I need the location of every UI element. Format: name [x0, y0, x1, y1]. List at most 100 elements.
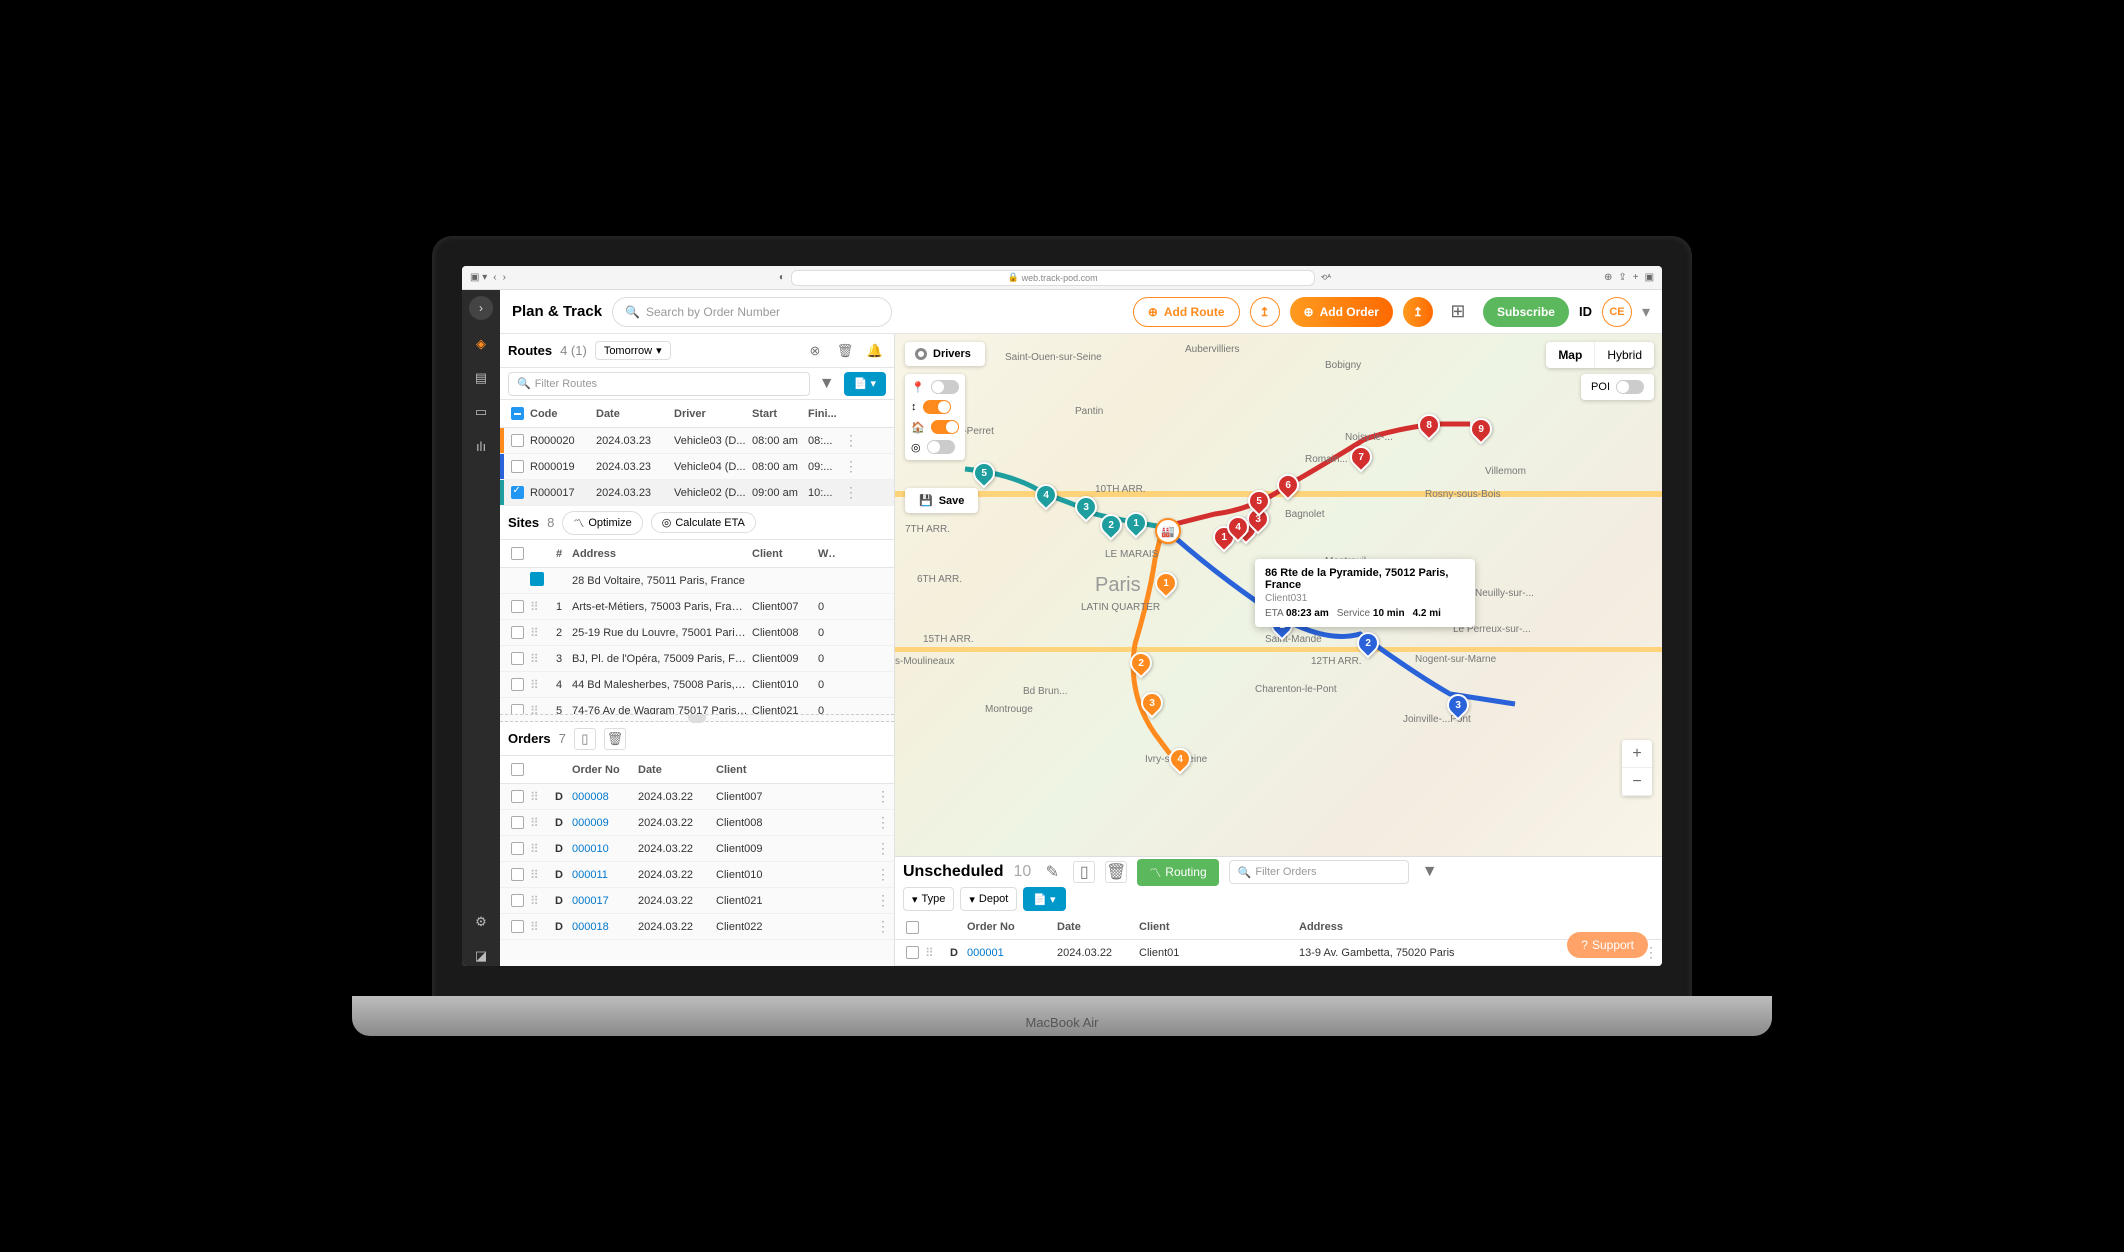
unscheduled-row[interactable]: ⠿ D 000001 2024.03.22 Client01 13-9 Av. … — [895, 940, 1662, 966]
drivers-toggle[interactable]: Drivers — [905, 342, 985, 366]
pin-blue-2[interactable]: 2 — [1352, 627, 1383, 658]
drag-handle-icon[interactable]: ⠿ — [528, 678, 548, 692]
select-all-unscheduled[interactable] — [906, 921, 919, 934]
col-u-date[interactable]: Date — [1055, 921, 1137, 933]
order-link[interactable]: 000008 — [570, 791, 636, 803]
resize-handle[interactable] — [688, 715, 706, 723]
layer-toggle-2[interactable] — [923, 400, 951, 414]
pin-red-7[interactable]: 7 — [1345, 441, 1376, 472]
col-order-date[interactable]: Date — [636, 764, 714, 776]
copy-orders-icon[interactable]: ▯ — [574, 728, 596, 750]
site-checkbox[interactable] — [511, 600, 524, 613]
drag-handle-icon[interactable]: ⠿ — [528, 652, 548, 666]
clear-filter-icon[interactable]: ⊗ — [804, 340, 826, 362]
zoom-out-button[interactable]: − — [1622, 768, 1652, 796]
pin-orange-4[interactable]: 4 — [1164, 743, 1195, 774]
copy-unscheduled-icon[interactable]: ▯ — [1073, 861, 1095, 883]
nav-contacts-icon[interactable]: ▭ — [471, 402, 491, 422]
pin-orange-1[interactable]: 1 — [1150, 567, 1181, 598]
drag-handle-icon[interactable]: ⠿ — [528, 600, 548, 614]
route-row[interactable]: R000020 2024.03.23 Vehicle03 (D... 08:00… — [500, 428, 894, 454]
edit-unscheduled-icon[interactable]: ✎ — [1041, 861, 1063, 883]
upload-order-button[interactable]: ↥ — [1403, 297, 1433, 327]
order-row[interactable]: ⠿ D 000010 2024.03.22 Client009 ⋮ — [500, 836, 894, 862]
order-link[interactable]: 000018 — [570, 921, 636, 933]
col-we[interactable]: We — [816, 548, 836, 560]
site-checkbox[interactable] — [511, 678, 524, 691]
col-address[interactable]: Address — [570, 548, 750, 560]
drag-handle-icon[interactable]: ⠿ — [528, 704, 548, 715]
order-more-icon[interactable]: ⋮ — [874, 866, 888, 883]
pin-orange-3[interactable]: 3 — [1136, 687, 1167, 718]
order-checkbox[interactable] — [511, 920, 524, 933]
user-avatar[interactable]: CE — [1602, 297, 1632, 327]
forward-icon[interactable]: › — [503, 272, 506, 283]
col-u-orderno[interactable]: Order No — [965, 921, 1055, 933]
col-code[interactable]: Code — [528, 408, 594, 420]
layer-toggle-4[interactable] — [927, 440, 955, 454]
col-order-client[interactable]: Client — [714, 764, 864, 776]
order-checkbox[interactable] — [511, 894, 524, 907]
nav-clipboard-icon[interactable]: ▤ — [471, 368, 491, 388]
route-more-icon[interactable]: ⋮ — [842, 484, 856, 501]
search-input[interactable]: 🔍 Search by Order Number — [612, 297, 892, 327]
order-link[interactable]: 000017 — [570, 895, 636, 907]
pin-teal-4[interactable]: 4 — [1030, 479, 1061, 510]
col-finish[interactable]: Fini... — [806, 408, 842, 420]
order-more-icon[interactable]: ⋮ — [874, 814, 888, 831]
delete-orders-icon[interactable]: 🗑 — [604, 728, 626, 750]
pin-teal-1[interactable]: 1 — [1120, 507, 1151, 538]
browser-url[interactable]: 🔒 web.track-pod.com — [791, 270, 1315, 286]
sidebar-toggle-icon[interactable]: ▣ ▾ — [470, 272, 487, 283]
route-row[interactable]: R000019 2024.03.23 Vehicle04 (D... 08:00… — [500, 454, 894, 480]
depot-map-icon[interactable]: 🏭 — [1155, 518, 1181, 544]
col-num[interactable]: # — [548, 548, 570, 560]
select-all-routes[interactable] — [511, 407, 524, 420]
optimize-button[interactable]: 〽Optimize — [562, 511, 642, 535]
routes-date-filter[interactable]: Tomorrow▾ — [595, 341, 671, 360]
drag-handle-icon[interactable]: ⠿ — [528, 920, 548, 934]
order-checkbox[interactable] — [511, 790, 524, 803]
drag-handle-icon[interactable]: ⠿ — [528, 894, 548, 908]
zoom-in-button[interactable]: + — [1622, 740, 1652, 768]
site-row[interactable]: ⠿ 4 44 Bd Malesherbes, 75008 Paris, Fran… — [500, 672, 894, 698]
order-row[interactable]: ⠿ D 000017 2024.03.22 Client021 ⋮ — [500, 888, 894, 914]
notify-icon[interactable]: 🔔 — [864, 340, 886, 362]
route-row[interactable]: R000017 2024.03.23 Vehicle02 (D... 09:00… — [500, 480, 894, 506]
pin-red-8[interactable]: 8 — [1413, 409, 1444, 440]
site-checkbox[interactable] — [511, 704, 524, 714]
site-row[interactable]: ⠿ 2 25-19 Rue du Louvre, 75001 Paris, Fr… — [500, 620, 894, 646]
shield-icon[interactable]: ◐ — [779, 272, 785, 283]
add-route-button[interactable]: ⊕ Add Route — [1133, 297, 1240, 327]
uns-order-link[interactable]: 000001 — [965, 947, 1055, 959]
route-checkbox[interactable] — [511, 434, 524, 447]
order-row[interactable]: ⠿ D 000018 2024.03.22 Client022 ⋮ — [500, 914, 894, 940]
export-routes-button[interactable]: 📄 ▾ — [844, 372, 886, 396]
map-type-switch[interactable]: Map Hybrid — [1546, 342, 1654, 368]
order-checkbox[interactable] — [511, 842, 524, 855]
order-link[interactable]: 000010 — [570, 843, 636, 855]
support-button[interactable]: ? Support — [1567, 932, 1648, 958]
filter-unscheduled-input[interactable]: 🔍 Filter Orders — [1229, 860, 1409, 884]
uns-checkbox[interactable] — [906, 946, 919, 959]
order-link[interactable]: 000011 — [570, 869, 636, 881]
filter-routes-input[interactable]: 🔍 Filter Routes — [508, 372, 810, 396]
layer-toggle-1[interactable] — [931, 380, 959, 394]
layer-toggle-3[interactable] — [931, 420, 959, 434]
map-save-button[interactable]: 💾 Save — [905, 488, 978, 513]
select-all-sites[interactable] — [511, 547, 524, 560]
site-checkbox[interactable] — [511, 652, 524, 665]
route-more-icon[interactable]: ⋮ — [842, 432, 856, 449]
poi-toggle[interactable]: POI — [1581, 374, 1654, 400]
routing-button[interactable]: 〽Routing — [1137, 859, 1218, 886]
nav-analytics-icon[interactable]: ılı — [471, 436, 491, 456]
site-row[interactable]: ⠿ 1 Arts-et-Métiers, 75003 Paris, France… — [500, 594, 894, 620]
site-row[interactable]: ⠿ 5 74-76 Av de Wagram 75017 Paris Fra C… — [500, 698, 894, 714]
select-all-orders[interactable] — [511, 763, 524, 776]
order-more-icon[interactable]: ⋮ — [874, 892, 888, 909]
add-tab-icon[interactable]: + — [1633, 272, 1639, 283]
drag-handle-icon[interactable]: ⠿ — [528, 868, 548, 882]
nav-settings-icon[interactable]: ⚙ — [471, 912, 491, 932]
share-icon[interactable]: ⇪ — [1618, 272, 1626, 283]
pin-teal-5[interactable]: 5 — [968, 457, 999, 488]
